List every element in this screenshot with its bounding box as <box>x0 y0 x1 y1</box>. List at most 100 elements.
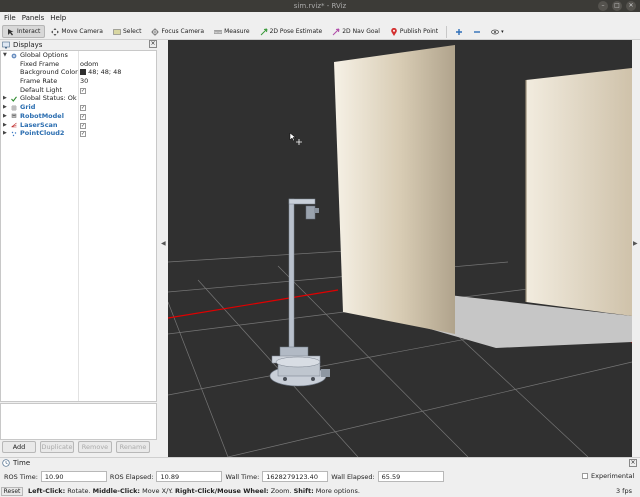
default-light-checkbox[interactable]: ✓ <box>80 86 86 95</box>
hint-more: More options. <box>313 487 360 495</box>
remove-display-button[interactable]: Remove <box>78 441 112 453</box>
status-ok-icon <box>11 96 17 102</box>
fixed-frame-value[interactable]: odom <box>80 60 98 69</box>
expand-right-icon[interactable]: ▶ <box>3 121 7 130</box>
grid-checkbox[interactable]: ✓ <box>80 103 86 112</box>
tool-properties-button[interactable]: ▾ <box>487 25 508 38</box>
wall-time-field[interactable]: 1628279123.40 <box>262 471 329 482</box>
focus-camera-label: Focus Camera <box>161 28 205 35</box>
select-label: Select <box>122 28 142 35</box>
select-tool[interactable]: Select <box>109 25 146 38</box>
displays-panel: Displays × ▼ Global Options Fixed Frame … <box>0 40 160 457</box>
background-color-value[interactable]: 48; 48; 48 <box>80 68 121 77</box>
duplicate-display-button[interactable]: Duplicate <box>40 441 74 453</box>
robotmodel-checkbox[interactable]: ✓ <box>80 112 86 121</box>
expand-right-icon[interactable]: ▶ <box>3 103 7 112</box>
reset-button[interactable]: Reset <box>1 487 23 496</box>
global-options-label: Global Options <box>20 51 68 59</box>
measure-tool[interactable]: Measure <box>210 25 254 38</box>
global-options-row[interactable]: ▼ Global Options <box>1 51 156 60</box>
laserscan-checkbox[interactable]: ✓ <box>80 121 86 130</box>
menu-help[interactable]: Help <box>50 12 66 24</box>
pose-estimate-tool[interactable]: 2D Pose Estimate <box>256 25 327 38</box>
frame-rate-row[interactable]: Frame Rate 30 <box>1 77 156 86</box>
move-camera-label: Move Camera <box>61 28 103 35</box>
robot-icon <box>11 114 17 119</box>
expand-right-icon[interactable]: ▶ <box>3 112 7 121</box>
mouse-cursor-icon <box>289 132 302 145</box>
time-fields-row: ROS Time: 10.90 ROS Elapsed: 10.89 Wall … <box>4 471 444 482</box>
experimental-checkbox[interactable] <box>582 473 588 479</box>
rename-display-button[interactable]: Rename <box>116 441 150 453</box>
global-status-row[interactable]: ▶ Global Status: Ok <box>1 94 156 103</box>
displays-panel-header: Displays <box>0 40 160 50</box>
property-description-box <box>0 403 157 440</box>
chevron-left-icon: ◀ <box>161 240 166 247</box>
hint-zoom: Zoom. <box>268 487 294 495</box>
pointcloud2-checkbox[interactable]: ✓ <box>80 129 86 138</box>
pointcloud2-label: PointCloud2 <box>20 129 65 138</box>
default-light-row[interactable]: Default Light ✓ <box>1 86 156 95</box>
pointcloud-icon <box>11 131 17 136</box>
wall-elapsed-field[interactable]: 65.59 <box>377 471 444 482</box>
fixed-frame-row[interactable]: Fixed Frame odom <box>1 60 156 69</box>
fps-counter: 3 fps <box>615 487 632 495</box>
tool-bar: Interact Move Camera Select Focus Camera… <box>0 24 640 40</box>
menu-file[interactable]: File <box>4 12 16 24</box>
check-icon: ✓ <box>80 87 86 94</box>
display-item-grid[interactable]: ▶ Grid ✓ <box>1 103 156 112</box>
expand-down-icon[interactable]: ▼ <box>3 51 7 60</box>
add-display-button[interactable]: Add <box>2 441 36 453</box>
time-panel-header: Time <box>0 458 640 468</box>
check-icon: ✓ <box>80 122 86 129</box>
minimize-button[interactable]: – <box>598 1 608 11</box>
background-color-row[interactable]: Background Color 48; 48; 48 <box>1 68 156 77</box>
experimental-toggle[interactable]: Experimental <box>582 472 634 480</box>
measure-label: Measure <box>224 28 250 35</box>
pose-estimate-icon <box>260 28 268 35</box>
select-icon <box>113 28 121 35</box>
laserscan-icon <box>11 122 17 128</box>
global-status-label: Global Status: Ok <box>20 94 77 103</box>
scene-canvas[interactable] <box>168 40 632 457</box>
remove-tool-button[interactable] <box>469 25 485 38</box>
plus-icon <box>456 28 463 35</box>
move-camera-tool[interactable]: Move Camera <box>47 25 107 38</box>
render-viewport[interactable] <box>168 40 632 457</box>
expand-right-icon[interactable]: ▶ <box>3 129 7 138</box>
interact-tool[interactable]: Interact <box>2 25 46 38</box>
fixed-frame-key: Fixed Frame <box>20 59 60 68</box>
nav-goal-icon <box>332 28 340 35</box>
maximize-button[interactable]: □ <box>612 1 622 11</box>
chevron-down-icon: ▾ <box>501 28 504 35</box>
frame-rate-value[interactable]: 30 <box>80 77 88 86</box>
check-icon: ✓ <box>80 131 86 138</box>
grid-icon <box>11 104 17 111</box>
ros-elapsed-field[interactable]: 10.89 <box>156 471 223 482</box>
color-swatch <box>80 69 86 76</box>
move-camera-icon <box>51 27 60 36</box>
publish-point-tool[interactable]: Publish Point <box>386 25 442 38</box>
nav-goal-tool[interactable]: 2D Nav Goal <box>328 25 384 38</box>
panel-close-button[interactable]: × <box>149 40 157 48</box>
background-color-key: Background Color <box>20 68 78 77</box>
experimental-label: Experimental <box>591 472 635 480</box>
time-panel-close-button[interactable]: × <box>629 459 637 467</box>
display-item-pointcloud2[interactable]: ▶ PointCloud2 ✓ <box>1 129 156 138</box>
display-item-robotmodel[interactable]: ▶ RobotModel ✓ <box>1 112 156 121</box>
frame-rate-key: Frame Rate <box>20 77 58 86</box>
ros-time-field[interactable]: 10.90 <box>40 471 107 482</box>
display-item-laserscan[interactable]: ▶ LaserScan ✓ <box>1 121 156 130</box>
hint-shift: Shift: <box>293 487 314 495</box>
close-window-button[interactable]: ✕ <box>626 1 636 11</box>
expand-right-icon[interactable]: ▶ <box>3 94 7 103</box>
add-tool-button[interactable] <box>451 25 467 38</box>
focus-camera-icon <box>151 27 160 36</box>
window-title: sim.rviz* - RViz <box>293 2 347 10</box>
menu-panels[interactable]: Panels <box>22 12 45 24</box>
display-buttons: Add Duplicate Remove Rename <box>2 441 150 453</box>
left-dock-collapse-handle[interactable]: ◀ <box>160 40 168 457</box>
focus-camera-tool[interactable]: Focus Camera <box>147 25 208 38</box>
right-dock-collapse-handle[interactable]: ▶ <box>632 40 640 457</box>
monitor-icon <box>2 41 10 49</box>
